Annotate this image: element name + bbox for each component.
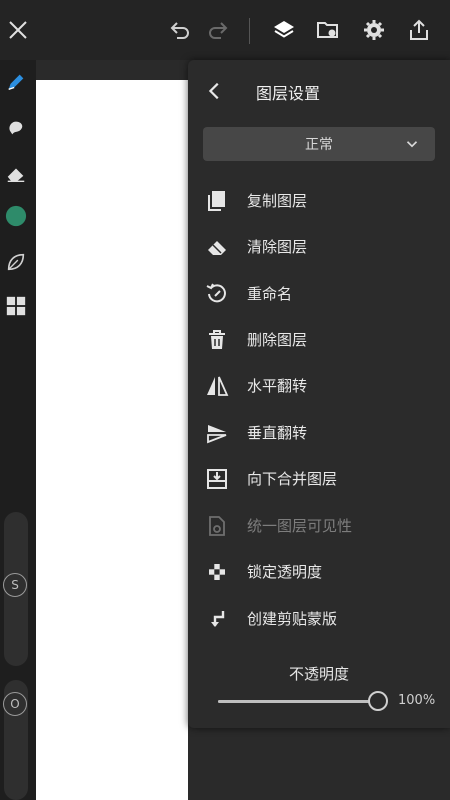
menu-item-label: 向下合并图层 [247,470,338,488]
menu-item-label: 复制图层 [247,192,308,210]
chevron-left-icon [208,82,219,100]
menu-item-label: 垂直翻转 [247,424,308,442]
menu-item-label: 重命名 [247,285,293,303]
clip-mask-icon [204,606,230,632]
opacity-value: 100% [398,693,436,708]
menu-item-label: 清除图层 [247,238,308,256]
menu-item-lock-transparency[interactable]: 锁定透明度 [188,551,450,591]
undo-button[interactable] [164,14,196,46]
pen-tool-button[interactable] [2,68,30,96]
visibility-icon [204,513,230,539]
menu-item-clipping-mask[interactable]: 创建剪贴蒙版 [188,598,450,638]
blend-mode-value: 正常 [305,137,333,153]
blend-mode-select[interactable]: 正常 [203,127,435,161]
folder-image-button[interactable] [312,14,344,46]
close-icon [9,21,27,39]
opacity-slider-thumb[interactable] [368,691,388,711]
trash-icon [204,327,230,353]
checker-lock-icon [204,559,230,585]
menu-item-clear-layer[interactable]: 清除图层 [188,226,450,266]
opacity-slider-fill [218,700,378,703]
rename-icon [204,281,230,307]
eraser-tool-button[interactable] [2,160,30,188]
top-toolbar [0,0,450,60]
opacity-slider[interactable] [218,691,388,711]
color-swatch-button[interactable] [2,202,30,230]
menu-item-label: 删除图层 [247,331,308,349]
smudge-tool-button[interactable] [2,114,30,142]
menu-item-merge-down[interactable]: 向下合并图层 [188,458,450,498]
redo-button[interactable] [202,14,234,46]
folder-image-icon [317,22,338,38]
panel-title: 图层设置 [256,84,321,103]
smudge-tool-icon [9,121,23,135]
flip-horizontal-icon [204,373,230,399]
chevron-down-icon [406,141,418,148]
redo-icon [209,22,228,39]
leaf-icon [7,253,25,271]
menu-item-label: 水平翻转 [247,377,308,395]
layers-icon [274,21,294,38]
panel-header: 图层设置 [188,76,450,106]
menu-item-duplicate-layer[interactable]: 复制图层 [188,180,450,220]
menu-item-delete-layer[interactable]: 删除图层 [188,319,450,359]
color-swatch [5,205,27,227]
layer-settings-panel: 图层设置 正常 复制图层 清除图层 重命名 删除图层 水平翻转 垂直翻转 向下合… [188,60,450,728]
size-badge: S [3,573,27,597]
gear-icon [364,20,384,40]
menu-item-flip-vertical[interactable]: 垂直翻转 [188,412,450,452]
pen-tool-icon [8,74,24,90]
opacity-badge: O [3,692,27,716]
close-button[interactable] [2,14,34,46]
menu-item-unify-visibility: 统一图层可见性 [188,505,450,545]
menu-item-flip-horizontal[interactable]: 水平翻转 [188,365,450,405]
opacity-label: 不透明度 [288,665,349,683]
menu-item-rename[interactable]: 重命名 [188,273,450,313]
menu-item-label: 创建剪贴蒙版 [247,610,338,628]
back-button[interactable] [202,78,228,104]
grid-icon [6,296,26,316]
layers-button[interactable] [268,14,300,46]
drawing-canvas[interactable] [36,80,188,800]
toolbar-divider [249,18,250,44]
eraser-icon [7,168,25,183]
duplicate-layer-icon [204,188,230,214]
settings-button[interactable] [358,14,390,46]
left-toolbar: S O [0,60,36,800]
leaf-tool-button[interactable] [2,248,30,276]
flip-vertical-icon [204,420,230,446]
menu-item-label: 统一图层可见性 [247,517,353,535]
share-icon [410,19,428,40]
eraser-icon [204,234,230,260]
menu-item-label: 锁定透明度 [247,563,323,581]
grid-tool-button[interactable] [2,292,30,320]
undo-icon [170,22,189,39]
merge-down-icon [204,466,230,492]
share-button[interactable] [403,14,435,46]
